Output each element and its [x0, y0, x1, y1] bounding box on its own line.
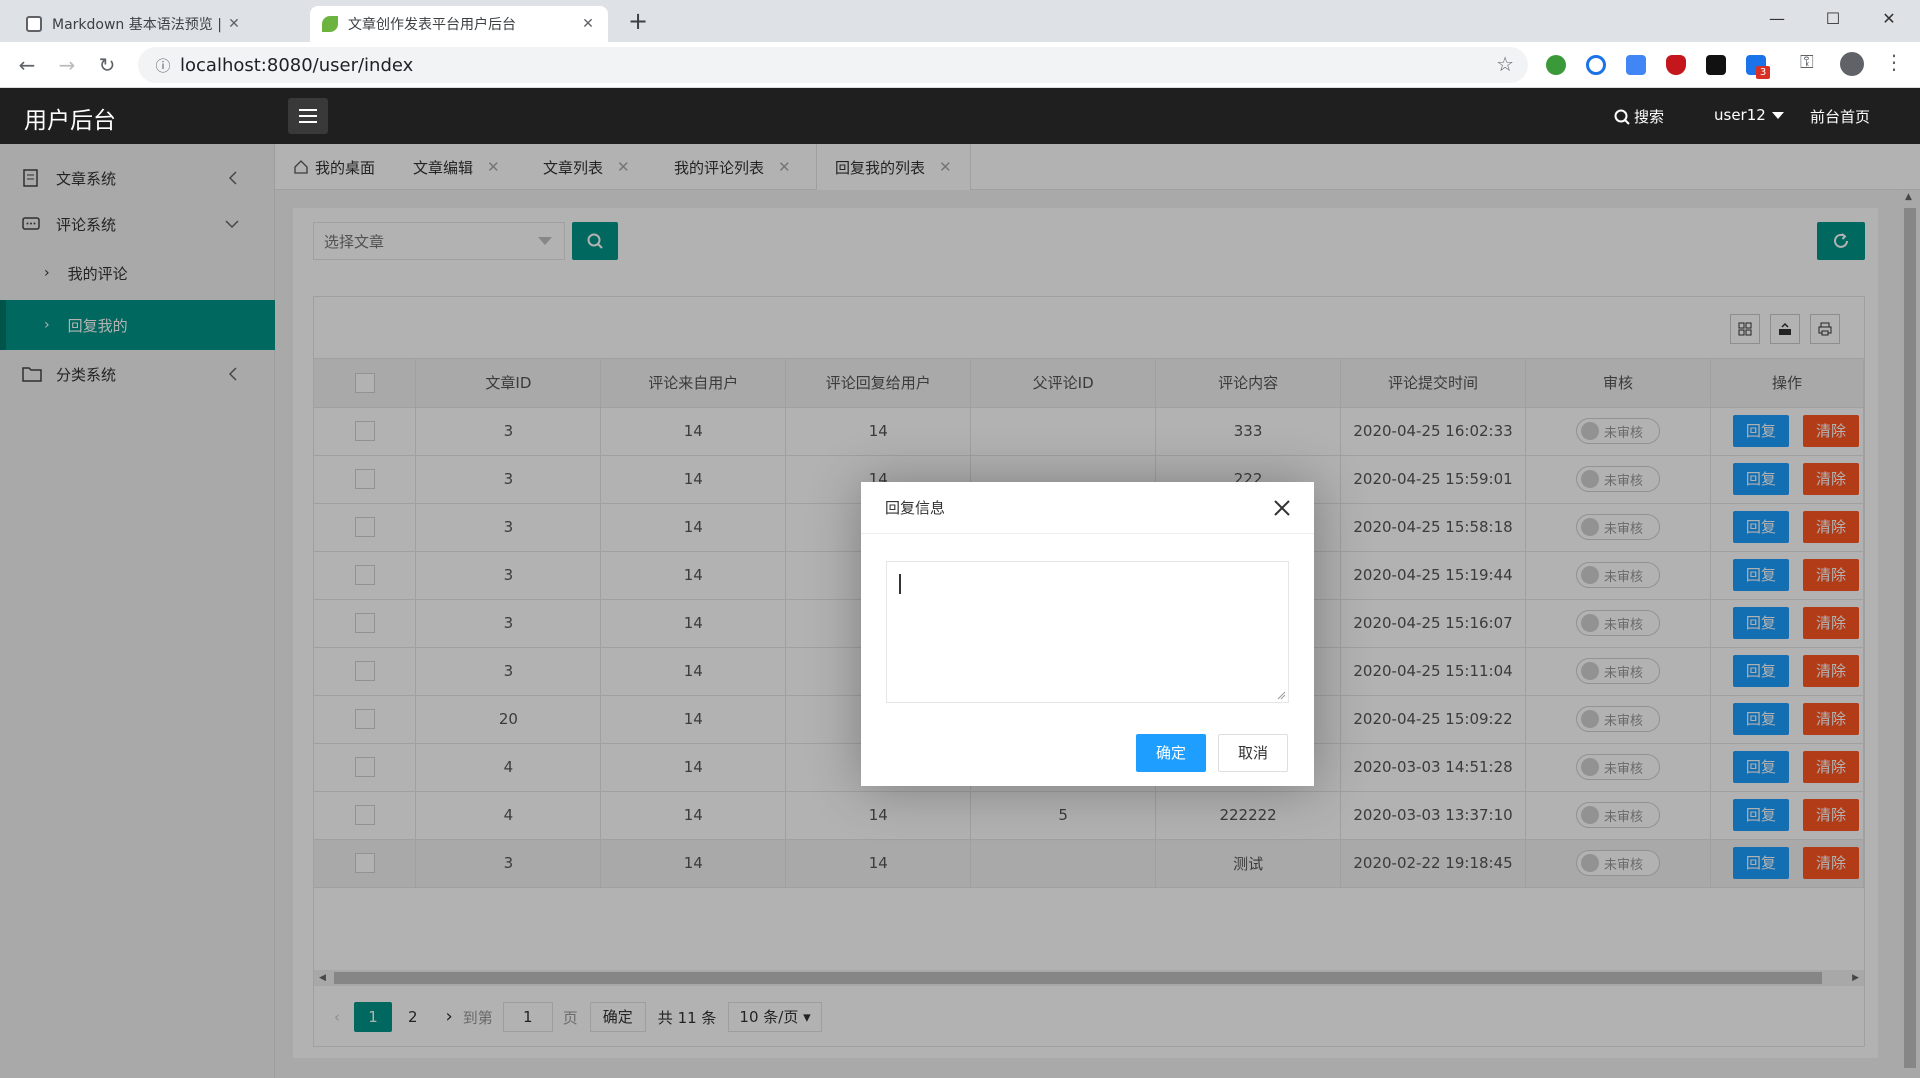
- blog-favicon-icon: [26, 16, 42, 32]
- extension-web-icon[interactable]: [1586, 55, 1606, 75]
- confirm-button[interactable]: 确定: [1136, 734, 1206, 772]
- browser-tab-markdown[interactable]: Markdown 基本语法预览 | Yzb' ✕: [14, 6, 254, 42]
- browser-menu-icon[interactable]: ⋮: [1884, 50, 1904, 74]
- forward-icon[interactable]: →: [52, 50, 82, 80]
- minimize-button[interactable]: —: [1754, 4, 1800, 34]
- search-icon: [1614, 109, 1630, 125]
- extension-ublock-icon[interactable]: [1666, 55, 1686, 75]
- header-search-label: 搜索: [1634, 108, 1665, 126]
- extension-translate-icon[interactable]: [1626, 55, 1646, 75]
- text-cursor: [899, 574, 901, 594]
- info-icon[interactable]: ⓘ: [146, 55, 180, 76]
- reply-dialog: 回复信息 确定 取消: [861, 482, 1314, 786]
- bookmark-star-icon[interactable]: ☆: [1496, 52, 1514, 76]
- back-icon[interactable]: ←: [12, 50, 42, 80]
- caret-down-icon: [1771, 111, 1784, 119]
- new-tab-button[interactable]: +: [624, 8, 652, 36]
- profile-avatar-icon[interactable]: [1840, 52, 1864, 76]
- reply-textarea[interactable]: [886, 561, 1289, 703]
- window-close-button[interactable]: ✕: [1866, 4, 1912, 34]
- dialog-title: 回复信息: [861, 482, 1314, 534]
- close-icon[interactable]: ✕: [580, 16, 596, 32]
- browser-tab-title: Markdown 基本语法预览 | Yzb': [52, 17, 226, 33]
- leaf-favicon-icon: [322, 16, 338, 32]
- home-link[interactable]: 前台首页: [1810, 106, 1870, 127]
- browser-tabstrip: Markdown 基本语法预览 | Yzb' ✕ 文章创作发表平台用户后台 ✕ …: [0, 0, 1920, 42]
- reload-icon[interactable]: ↻: [92, 50, 122, 80]
- header-search[interactable]: 搜索: [1614, 106, 1664, 127]
- key-icon[interactable]: ⚿: [1800, 52, 1814, 73]
- cancel-button[interactable]: 取消: [1218, 734, 1288, 772]
- app-header: 用户后台 搜索 user12 前台首页: [0, 88, 1920, 144]
- close-icon[interactable]: [1270, 496, 1294, 520]
- extension-badge: 3: [1756, 66, 1770, 79]
- browser-tab-admin[interactable]: 文章创作发表平台用户后台 ✕: [310, 6, 608, 42]
- close-icon[interactable]: ✕: [226, 16, 242, 32]
- address-bar[interactable]: ⓘ localhost:8080/user/index ☆: [138, 47, 1528, 83]
- browser-toolbar: ← → ↻ ⓘ localhost:8080/user/index ☆ 3 ⚿ …: [0, 42, 1920, 88]
- extension-globe-icon[interactable]: [1546, 55, 1566, 75]
- browser-tab-title: 文章创作发表平台用户后台: [348, 17, 516, 33]
- menu-toggle-button[interactable]: [288, 98, 328, 134]
- resize-handle-icon[interactable]: [1276, 690, 1286, 700]
- extension-tampermonkey-icon[interactable]: [1706, 55, 1726, 75]
- username: user12: [1714, 106, 1766, 124]
- hamburger-icon: [299, 109, 317, 123]
- url-text: localhost:8080/user/index: [180, 54, 414, 76]
- maximize-button[interactable]: ☐: [1810, 4, 1856, 34]
- user-menu[interactable]: user12: [1714, 106, 1784, 124]
- app-logo: 用户后台: [24, 108, 116, 134]
